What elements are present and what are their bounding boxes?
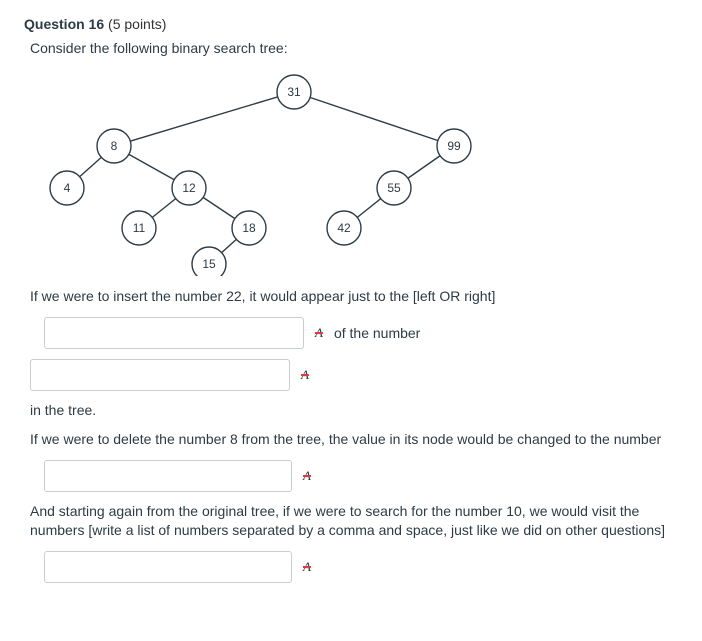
svg-text:99: 99	[447, 139, 461, 153]
question-intro-text: Consider the following binary search tre…	[30, 40, 678, 56]
question-points: (5 points)	[108, 16, 166, 32]
spellcheck-icon[interactable]: A	[298, 367, 312, 383]
tree-node: 4	[50, 171, 84, 205]
tree-node: 42	[327, 211, 361, 245]
tree-node: 11	[122, 211, 156, 245]
prompt-search: And starting again from the original tre…	[30, 502, 678, 541]
spellcheck-icon[interactable]: A	[300, 559, 314, 575]
question-header: Question 16 (5 points)	[24, 16, 678, 32]
binary-search-tree-diagram: 31 8 99 4 12 55 11 18 42 15	[24, 66, 678, 279]
tree-node: 15	[192, 247, 226, 276]
tree-node: 12	[172, 171, 206, 205]
tree-node-root: 31	[277, 75, 311, 109]
spellcheck-icon[interactable]: A	[300, 468, 314, 484]
svg-text:12: 12	[182, 181, 196, 195]
blank-1-left-or-right[interactable]	[44, 317, 304, 349]
spellcheck-icon[interactable]: A	[312, 325, 326, 341]
svg-text:31: 31	[287, 85, 301, 99]
question-number: Question 16	[24, 16, 104, 32]
svg-text:15: 15	[202, 257, 216, 271]
prompt-in-tree: in the tree.	[30, 401, 678, 421]
svg-text:42: 42	[337, 221, 351, 235]
prompt-insert-after: of the number	[334, 325, 420, 341]
blank-3-delete-value[interactable]	[44, 460, 292, 492]
svg-text:4: 4	[64, 181, 71, 195]
tree-node: 18	[232, 211, 266, 245]
prompt-delete: If we were to delete the number 8 from t…	[30, 430, 678, 450]
tree-node: 55	[377, 171, 411, 205]
tree-node: 8	[97, 129, 131, 163]
blank-4-search-path[interactable]	[44, 551, 292, 583]
prompt-insert: If we were to insert the number 22, it w…	[30, 287, 678, 307]
blank-2-number[interactable]	[30, 359, 290, 391]
tree-node: 99	[437, 129, 471, 163]
svg-text:18: 18	[242, 221, 256, 235]
svg-text:55: 55	[387, 181, 401, 195]
svg-text:8: 8	[111, 139, 118, 153]
svg-text:11: 11	[133, 221, 146, 235]
